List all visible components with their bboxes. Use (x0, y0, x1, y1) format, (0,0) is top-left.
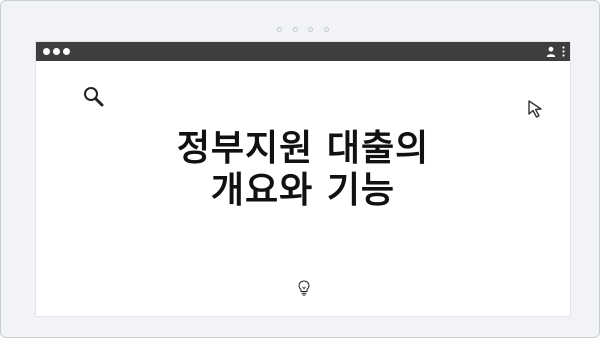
window-dot-maximize[interactable] (63, 48, 70, 55)
search-icon (84, 87, 104, 107)
title-line-2: 개요와 기능 (210, 170, 396, 211)
cursor-arrow-icon (528, 100, 542, 118)
page-dots (277, 25, 329, 33)
kebab-menu-icon[interactable] (562, 46, 565, 57)
window-dot-close[interactable] (43, 48, 50, 55)
lightbulb-icon (298, 280, 310, 296)
page-dot (323, 26, 329, 32)
window-dot-minimize[interactable] (53, 48, 60, 55)
user-icon[interactable] (546, 46, 556, 57)
page-dot (277, 26, 282, 32)
window-titlebar (36, 42, 570, 61)
app-window: 정부지원 대출의 개요와 기능 (35, 41, 571, 317)
page-dot (308, 26, 314, 32)
window-dots-icon[interactable] (43, 48, 70, 55)
browser-frame: 정부지원 대출의 개요와 기능 (0, 0, 600, 338)
page-dot (292, 26, 298, 32)
page-title: 정부지원 대출의 개요와 기능 (36, 128, 570, 212)
title-line-1: 정부지원 대출의 (176, 128, 430, 169)
